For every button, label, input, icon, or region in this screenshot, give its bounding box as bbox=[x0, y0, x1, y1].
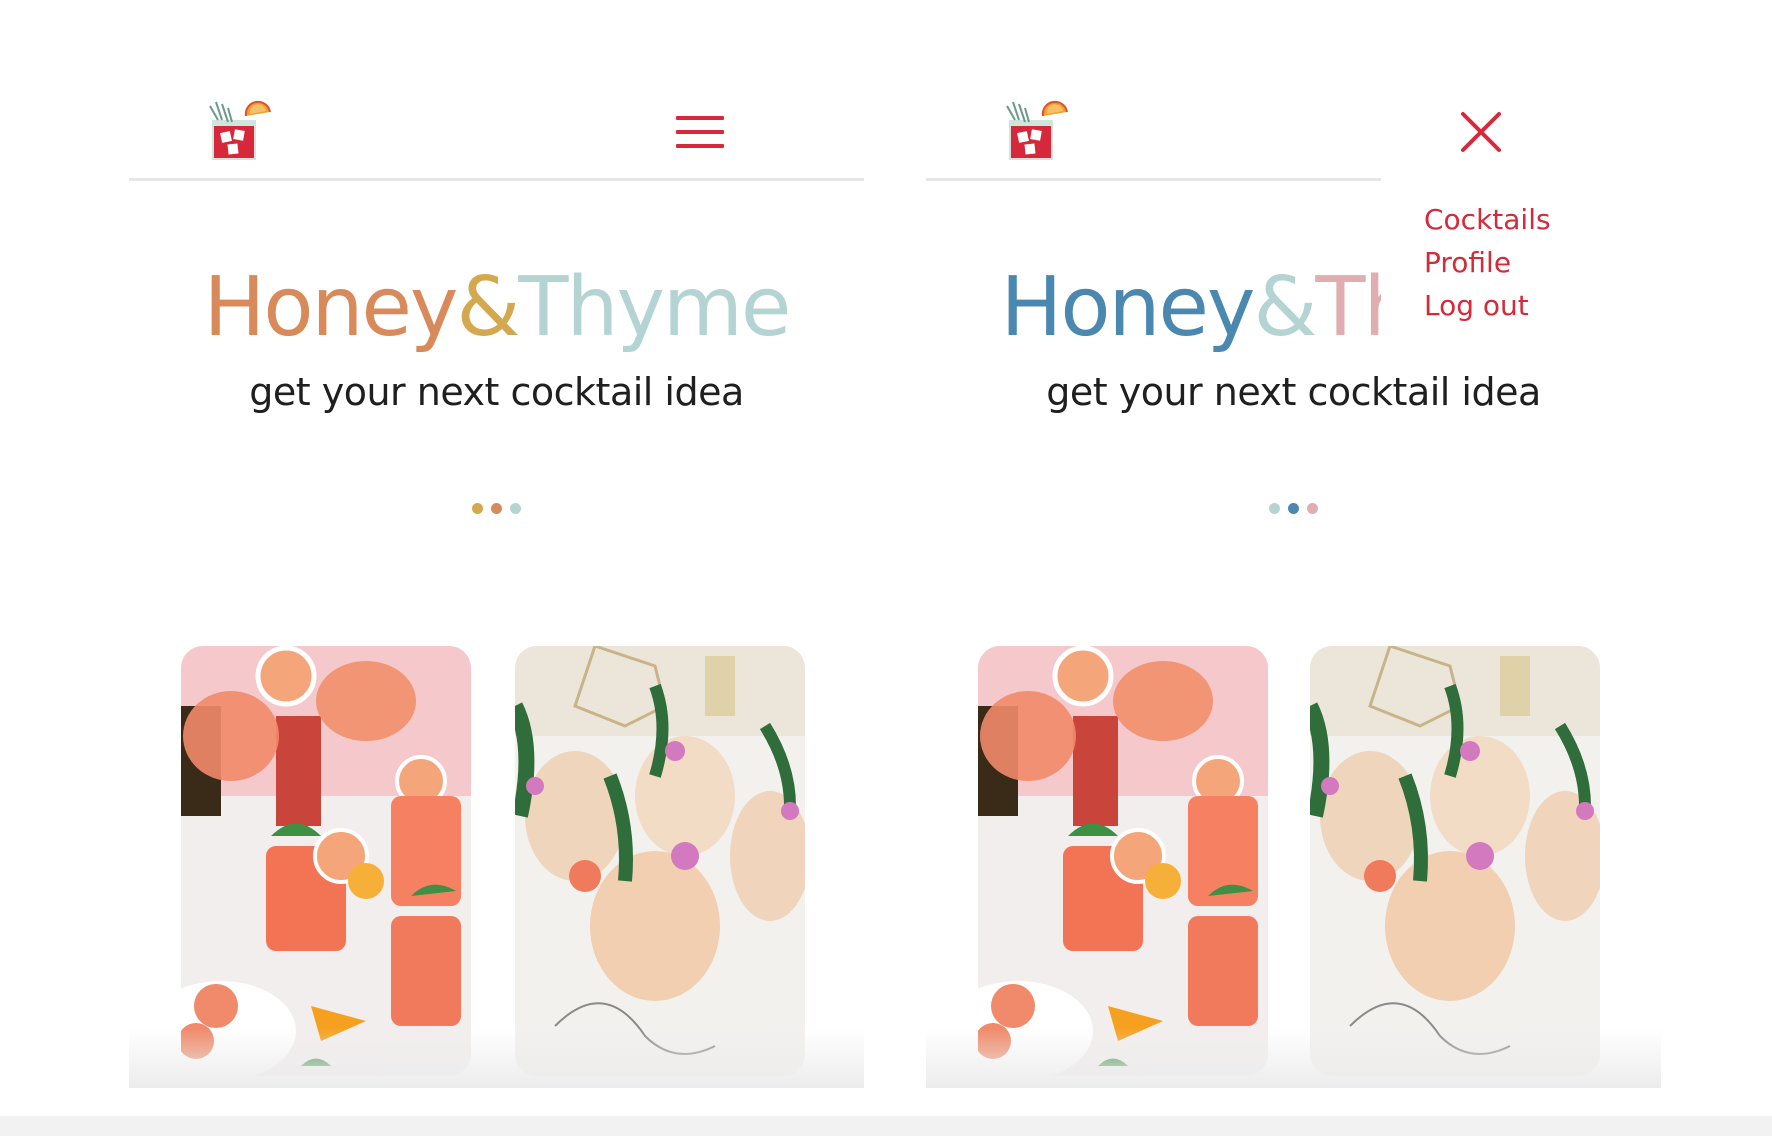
cocktail-card-grapefruit-pineapple[interactable] bbox=[1310, 646, 1600, 1076]
panel-bottom-shade bbox=[926, 1028, 1661, 1088]
brand-title-part2: Thyme bbox=[1315, 260, 1381, 355]
hamburger-bar bbox=[676, 116, 724, 120]
carousel-dot[interactable] bbox=[1269, 503, 1280, 514]
mobile-screen-menu-closed: Honey&Thyme get your next cocktail idea bbox=[129, 0, 864, 1088]
carousel-dot-active[interactable] bbox=[491, 503, 502, 514]
nav-menu: Cocktails Profile Log out bbox=[1424, 198, 1551, 327]
hamburger-bar bbox=[676, 130, 724, 134]
carousel-dot[interactable] bbox=[1307, 503, 1318, 514]
brand-title-ampersand: & bbox=[456, 260, 520, 355]
menu-item-cocktails[interactable]: Cocktails bbox=[1424, 198, 1551, 241]
header bbox=[129, 0, 864, 181]
grapefruit-pineapple-leaf-cocktails-photo bbox=[1310, 646, 1600, 1076]
cocktail-glass-logo-icon[interactable] bbox=[202, 92, 274, 164]
brand-title-part1: Honey bbox=[203, 260, 459, 355]
panel-bottom-shade bbox=[129, 1028, 864, 1088]
brand-title-part1: Honey bbox=[1000, 260, 1256, 355]
tagline: get your next cocktail idea bbox=[1046, 370, 1541, 414]
page-bottom-strip bbox=[0, 1116, 1772, 1136]
menu-item-profile[interactable]: Profile bbox=[1424, 241, 1551, 284]
grapefruit-slush-cocktails-photo bbox=[978, 646, 1268, 1076]
mobile-screen-menu-open: Honey&Thyme get your next cocktail idea … bbox=[926, 0, 1661, 1088]
carousel-dot-active[interactable] bbox=[1288, 503, 1299, 514]
grapefruit-pineapple-leaf-cocktails-photo bbox=[515, 646, 805, 1076]
carousel-dot[interactable] bbox=[510, 503, 521, 514]
menu-item-log-out[interactable]: Log out bbox=[1424, 284, 1551, 327]
header-divider bbox=[129, 178, 864, 181]
cocktail-card-grapefruit-slush[interactable] bbox=[181, 646, 471, 1076]
carousel-dot[interactable] bbox=[472, 503, 483, 514]
cocktail-card-grapefruit-slush[interactable] bbox=[978, 646, 1268, 1076]
close-x-icon[interactable] bbox=[1459, 110, 1503, 154]
brand-title-clip: Honey&Thyme bbox=[926, 0, 1381, 400]
hamburger-bar bbox=[676, 144, 724, 148]
brand-title: Honey&Thyme bbox=[129, 258, 864, 358]
hamburger-menu-icon[interactable] bbox=[676, 114, 724, 150]
cocktail-card-grapefruit-pineapple[interactable] bbox=[515, 646, 805, 1076]
carousel-indicators bbox=[129, 503, 864, 515]
brand-title: Honey&Thyme bbox=[926, 258, 1381, 358]
grapefruit-slush-cocktails-photo bbox=[181, 646, 471, 1076]
tagline: get your next cocktail idea bbox=[249, 370, 744, 414]
carousel-indicators bbox=[926, 503, 1661, 515]
brand-title-ampersand: & bbox=[1253, 260, 1317, 355]
brand-title-part2: Thyme bbox=[518, 260, 791, 355]
